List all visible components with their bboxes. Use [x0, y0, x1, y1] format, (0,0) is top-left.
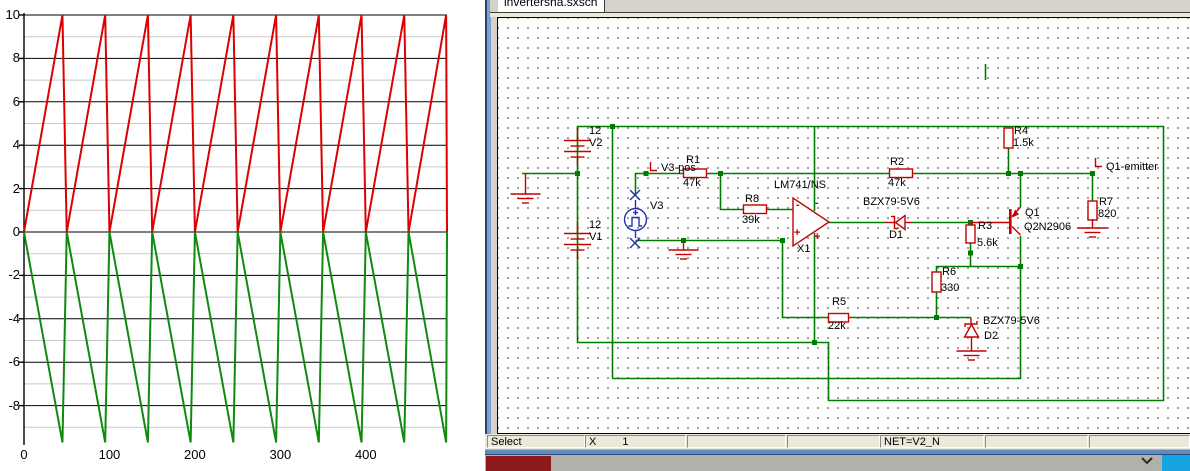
tab-bar: invertersha.sxsch	[490, 0, 1190, 17]
schematic-sheet[interactable]	[497, 17, 1190, 434]
tab-label: invertersha.sxsch	[504, 0, 597, 9]
status-empty-4	[1089, 435, 1190, 448]
waveform-plot	[0, 0, 485, 471]
tabs-row: invertersha.sxsch	[490, 0, 1190, 13]
status-net: NET=V2_N	[880, 435, 984, 448]
series-green-sawtooth	[24, 232, 447, 442]
background-toolbar	[485, 455, 1190, 471]
status-coordinates: X1	[585, 435, 686, 448]
status-empty-1	[687, 435, 786, 448]
app-root: 1086420-2-4-6-80100200300400 invertersha…	[0, 0, 1190, 471]
taskbar-fragment	[1162, 455, 1190, 471]
status-mode: Select	[487, 435, 585, 448]
status-empty-3	[985, 435, 1088, 448]
tab-schematic[interactable]: invertersha.sxsch	[498, 0, 605, 12]
background-window-fragment	[486, 456, 551, 471]
status-bar: Select X1 NET=V2_N	[485, 434, 1190, 449]
status-empty-2	[787, 435, 880, 448]
